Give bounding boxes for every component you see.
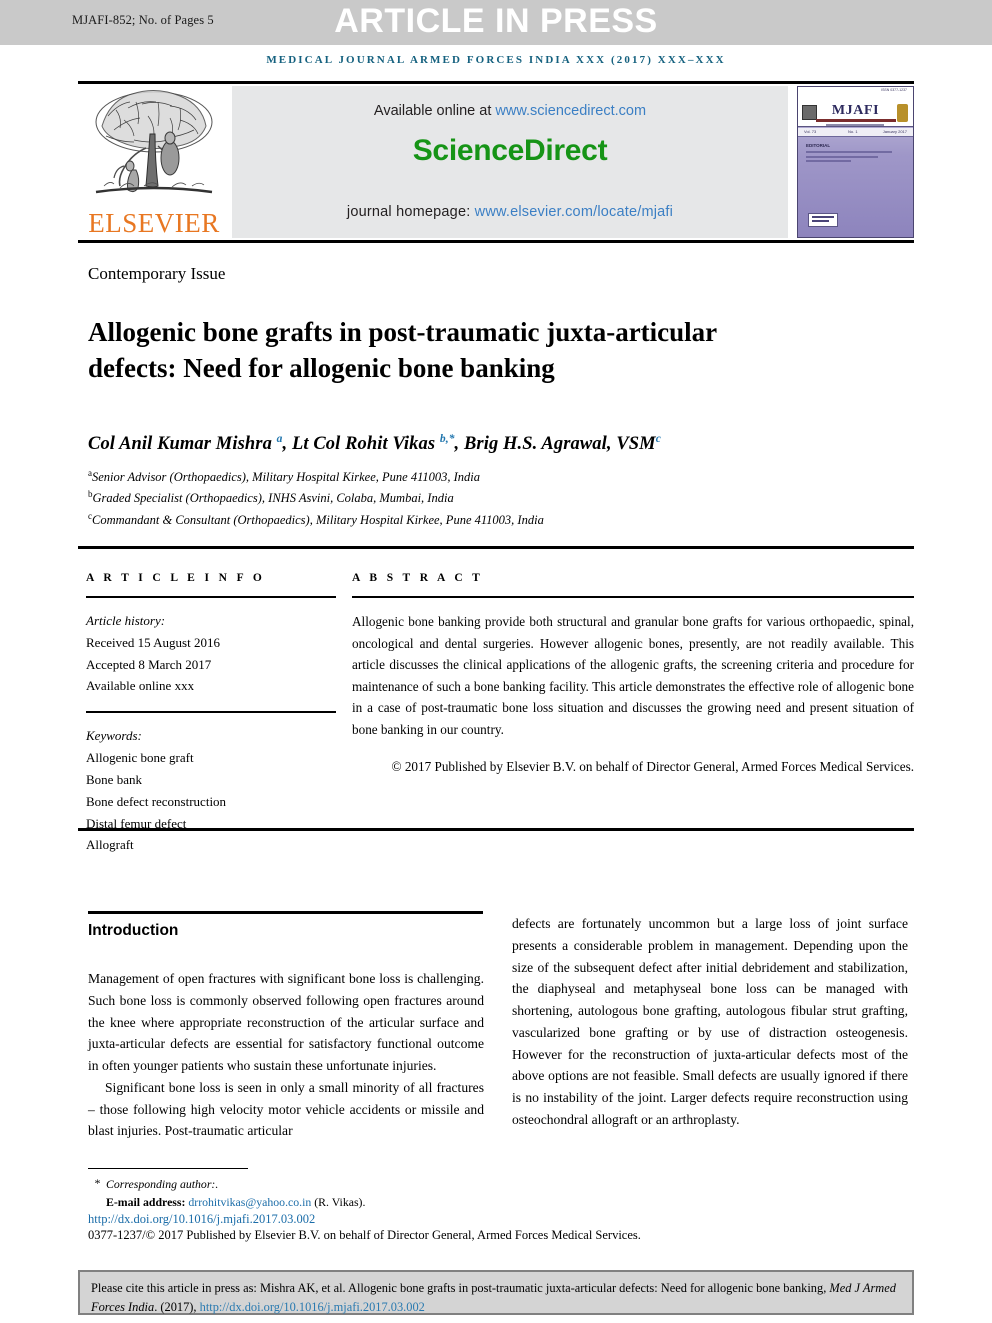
elsevier-wordmark: ELSEVIER: [88, 208, 220, 238]
email-link[interactable]: drrohitvikas@yahoo.co.in: [188, 1195, 311, 1209]
cover-year-label: January 2017: [882, 129, 907, 134]
abstract-rule: [352, 596, 914, 598]
cover-volume-label: Vol. 73: [804, 129, 817, 134]
masthead-top-rule: [78, 81, 914, 84]
page-title: Allogenic bone grafts in post-traumatic …: [88, 317, 717, 383]
cover-title-underline-2: [826, 124, 884, 126]
cite-this-article-box: Please cite this article in press as: Mi…: [78, 1270, 914, 1315]
cover-bottom-logo-icon: [808, 213, 838, 227]
cover-title-underline: [816, 119, 896, 122]
sciencedirect-logo: ScienceDirect: [412, 134, 608, 167]
abstract-bottom-rule: [78, 828, 914, 831]
affiliation-item: aSenior Advisor (Orthopaedics), Military…: [88, 468, 481, 485]
sciencedirect-link[interactable]: www.sciencedirect.com: [495, 103, 646, 119]
author-list: Col Anil Kumar Mishra a, Lt Col Rohit Vi…: [88, 433, 661, 455]
cite-prefix: Please cite this article in press as: Mi…: [91, 1281, 830, 1295]
elsevier-logo: ELSEVIER: [78, 86, 228, 238]
manuscript-id-label: MJAFI-852; No. of Pages 5: [72, 13, 214, 27]
email-label: E-mail address:: [106, 1194, 186, 1209]
cover-issue-label: No. 1: [848, 129, 858, 134]
elsevier-tree-icon: [95, 90, 213, 194]
cover-header-band: MJAFI: [798, 94, 913, 127]
cover-article-heading: EDITORIAL: [806, 143, 831, 148]
cite-middle: . (2017),: [154, 1299, 200, 1314]
email-note: E-mail address: drrohitvikas@yahoo.co.in…: [92, 1194, 512, 1212]
footnote-block: * Corresponding author:. E-mail address:…: [92, 1176, 512, 1212]
footnote-rule: [88, 1168, 248, 1169]
article-received-date: Received 15 August 2016: [86, 634, 220, 650]
keyword-item: Distal femur defect: [86, 815, 187, 831]
affiliation-list: aSenior Advisor (Orthopaedics), Military…: [88, 466, 848, 530]
corresponding-author-text: Corresponding author:.: [106, 1177, 219, 1191]
body-paragraph: defects are fortunately uncommon but a l…: [512, 916, 908, 1127]
body-paragraph: Significant bone loss is seen in only a …: [88, 1079, 484, 1139]
article-accepted-date: Accepted 8 March 2017: [86, 656, 212, 672]
cover-emblem-right-icon: [897, 104, 908, 122]
abstract-column: A B S T R A C T Allogenic bone banking p…: [352, 572, 914, 778]
email-suffix: (R. Vikas).: [314, 1194, 366, 1209]
abstract-heading: A B S T R A C T: [352, 572, 484, 584]
keyword-item: Allograft: [86, 837, 134, 853]
affiliation-item: cCommandant & Consultant (Orthopaedics),…: [88, 510, 544, 527]
abstract-text: Allogenic bone banking provide both stru…: [352, 614, 914, 737]
issn-copyright-line: 0377-1237/© 2017 Published by Elsevier B…: [88, 1228, 641, 1242]
available-online-text: Available online at: [373, 103, 496, 119]
keyword-item: Allogenic bone graft: [86, 750, 194, 766]
cite-doi-link[interactable]: http://dx.doi.org/10.1016/j.mjafi.2017.0…: [200, 1300, 425, 1314]
asterisk-icon: *: [94, 1176, 100, 1190]
cover-top-strip: ISSN 0377-1237: [798, 87, 913, 94]
abstract-copyright: © 2017 Published by Elsevier B.V. on beh…: [391, 759, 915, 775]
article-available-date: Available online xxx: [86, 678, 195, 694]
available-online-line: Available online at www.sciencedirect.co…: [232, 103, 788, 119]
body-column-right: defects are fortunately uncommon but a l…: [512, 913, 908, 1131]
sciencedirect-banner: Available online at www.sciencedirect.co…: [232, 86, 788, 238]
masthead-bottom-rule: [78, 240, 914, 243]
keywords-label: Keywords:: [86, 728, 142, 744]
article-section-label: Contemporary Issue: [88, 264, 226, 283]
keyword-item: Bone defect reconstruction: [86, 793, 227, 809]
article-history-block: Article history: Received 15 August 2016…: [86, 610, 336, 697]
article-head-rule: [78, 546, 914, 549]
journal-homepage-link[interactable]: www.elsevier.com/locate/mjafi: [475, 204, 673, 220]
article-info-rule: [86, 596, 336, 598]
article-info-heading: A R T I C L E I N F O: [86, 572, 266, 584]
doi-link[interactable]: http://dx.doi.org/10.1016/j.mjafi.2017.0…: [88, 1212, 315, 1227]
affiliation-item: bGraded Specialist (Orthopaedics), INHS …: [88, 489, 454, 506]
introduction-rule: [88, 911, 483, 914]
article-history-label: Article history:: [86, 613, 166, 628]
keywords-rule: [86, 711, 336, 714]
keyword-item: Bone bank: [86, 771, 142, 787]
cover-journal-title: MJAFI: [831, 103, 880, 118]
body-paragraph: Management of open fractures with signif…: [88, 971, 484, 1073]
body-column-left: Management of open fractures with signif…: [88, 968, 484, 1142]
journal-running-head: MEDICAL JOURNAL ARMED FORCES INDIA XXX (…: [266, 54, 726, 66]
article-info-column: A R T I C L E I N F O Article history: R…: [86, 572, 336, 856]
cover-text-lines: [806, 151, 892, 165]
journal-homepage-line: journal homepage: www.elsevier.com/locat…: [232, 204, 788, 220]
cover-issn: ISSN 0377-1237: [881, 88, 907, 92]
corresponding-author-note: * Corresponding author:.: [92, 1176, 512, 1194]
journal-homepage-label: journal homepage:: [346, 204, 475, 220]
introduction-heading: Introduction: [88, 922, 179, 939]
cover-volume-bar: Vol. 73 No. 1 January 2017: [798, 128, 913, 137]
journal-cover-thumbnail: ISSN 0377-1237 MJAFI Vol. 73 No. 1 Janua…: [797, 86, 914, 238]
keywords-block: Keywords: Allogenic bone graft Bone bank…: [86, 725, 336, 856]
